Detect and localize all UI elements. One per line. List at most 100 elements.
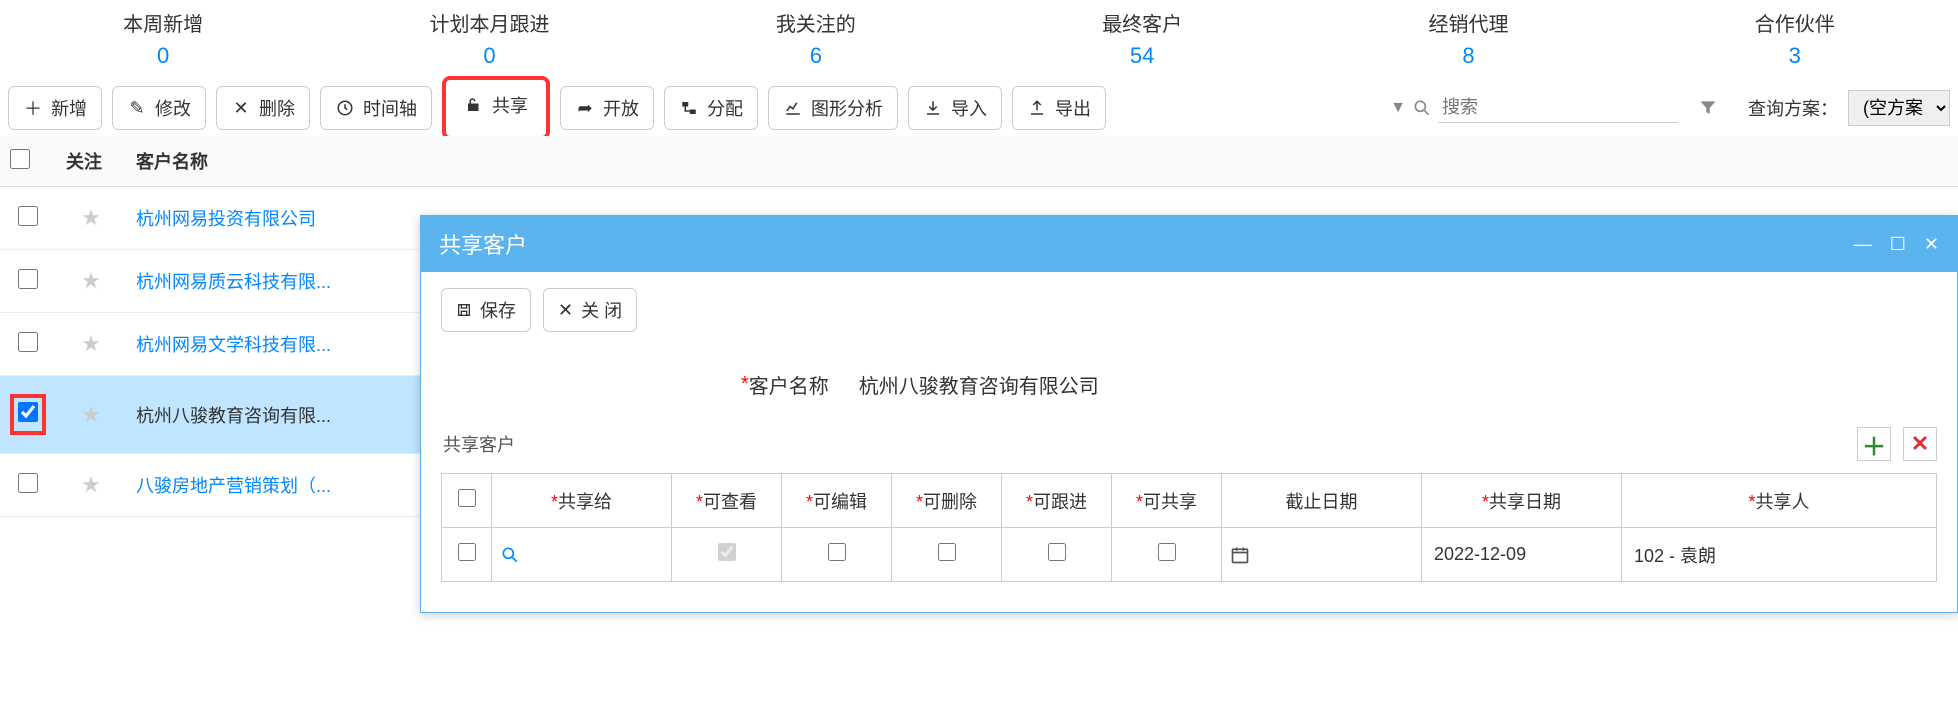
export-button[interactable]: 导出 (1012, 86, 1106, 130)
add-button[interactable]: ＋ 新增 (8, 86, 102, 130)
share-customer-modal: 共享客户 — ☐ ✕ 保存 ✕ 关 闭 * 客户名称 杭州八骏教育咨询有限公司 (420, 215, 1958, 613)
search-area: ▼ (1390, 93, 1678, 123)
col-due-date: 截止日期 (1286, 492, 1358, 512)
chart-icon (783, 98, 803, 118)
sharer-value: 102 - 袁朗 (1622, 528, 1937, 582)
btn-label: 新增 (51, 95, 87, 121)
col-sharer: 共享人 (1756, 492, 1810, 512)
stat-dealer[interactable]: 经销代理 8 (1305, 0, 1631, 80)
calendar-icon[interactable] (1230, 545, 1405, 565)
chart-button[interactable]: 图形分析 (768, 86, 898, 130)
star-icon[interactable]: ★ (81, 331, 101, 356)
stat-label: 计划本月跟进 (334, 8, 644, 37)
section-title: 共享客户 (443, 431, 515, 457)
btn-label: 关 闭 (581, 297, 622, 323)
stats-row: 本周新增 0 计划本月跟进 0 我关注的 6 最终客户 54 经销代理 8 合作… (0, 0, 1958, 80)
share-table: *共享给 *可查看 *可编辑 *可删除 *可跟进 *可共享 截止日期 *共享日期… (441, 473, 1937, 582)
row-checkbox[interactable] (18, 332, 38, 352)
stat-label: 本周新增 (8, 8, 318, 37)
btn-label: 导出 (1055, 95, 1091, 121)
save-icon (456, 302, 472, 318)
stat-my-attention[interactable]: 我关注的 6 (653, 0, 979, 80)
assign-button[interactable]: 分配 (664, 86, 758, 130)
stat-final-customer[interactable]: 最终客户 54 (979, 0, 1305, 80)
star-icon[interactable]: ★ (81, 205, 101, 230)
search-input[interactable] (1438, 93, 1678, 123)
maximize-icon[interactable]: ☐ (1890, 234, 1906, 255)
btn-label: 时间轴 (363, 95, 417, 121)
stat-new-week[interactable]: 本周新增 0 (0, 0, 326, 80)
pencil-icon: ✎ (127, 98, 147, 118)
add-row-button[interactable]: ＋ (1857, 427, 1891, 461)
open-button[interactable]: ➦ 开放 (560, 86, 654, 130)
delete-button[interactable]: ✕ 删除 (216, 86, 310, 130)
stat-value: 6 (661, 43, 971, 69)
star-icon[interactable]: ★ (81, 472, 101, 497)
stat-value: 0 (334, 43, 644, 69)
assign-icon (679, 98, 699, 118)
share-row-checkbox[interactable] (458, 543, 476, 561)
filter-label: 查询方案： (1748, 95, 1838, 121)
btn-label: 图形分析 (811, 95, 883, 121)
perm-view-checkbox[interactable] (718, 543, 736, 561)
save-button[interactable]: 保存 (441, 288, 531, 332)
upload-icon (1027, 98, 1047, 118)
perm-edit-checkbox[interactable] (828, 543, 846, 561)
stat-value: 3 (1640, 43, 1950, 69)
row-checkbox[interactable] (18, 269, 38, 289)
perm-delete-checkbox[interactable] (938, 543, 956, 561)
btn-label: 保存 (480, 297, 516, 323)
star-icon[interactable]: ★ (81, 268, 101, 293)
btn-label: 删除 (259, 95, 295, 121)
modal-title-text: 共享客户 (439, 228, 527, 260)
x-icon: ✕ (558, 300, 573, 321)
col-view: 可查看 (703, 492, 757, 512)
btn-label: 开放 (603, 95, 639, 121)
share-button[interactable]: 共享 (442, 76, 550, 140)
import-button[interactable]: 导入 (908, 86, 1002, 130)
btn-label: 共享 (492, 92, 528, 118)
timeline-button[interactable]: 时间轴 (320, 86, 432, 130)
select-all-checkbox[interactable] (10, 149, 30, 169)
star-icon[interactable]: ★ (81, 402, 101, 427)
search-icon[interactable] (1412, 98, 1432, 118)
share-select-all[interactable] (458, 489, 476, 507)
customer-name-row: * 客户名称 杭州八骏教育咨询有限公司 (441, 352, 1937, 417)
stat-label: 经销代理 (1313, 8, 1623, 37)
share-row: 2022-12-09 102 - 袁朗 (442, 528, 1937, 582)
delete-row-button[interactable]: ✕ (1903, 427, 1937, 461)
filter-area: 查询方案： (空方案 (1698, 90, 1950, 126)
minimize-icon[interactable]: — (1854, 234, 1872, 255)
col-reshare: 可共享 (1143, 492, 1197, 512)
col-share-to: 共享给 (558, 492, 612, 512)
row-checkbox[interactable] (18, 473, 38, 493)
close-icon[interactable]: ✕ (1924, 234, 1939, 255)
stat-value: 54 (987, 43, 1297, 69)
unlock-icon (464, 95, 484, 115)
row-checkbox[interactable] (18, 402, 38, 422)
share-date-value: 2022-12-09 (1422, 528, 1622, 582)
edit-button[interactable]: ✎ 修改 (112, 86, 206, 130)
funnel-icon[interactable] (1698, 98, 1718, 118)
plus-icon: ＋ (23, 98, 43, 118)
col-follow: 可跟进 (1033, 492, 1087, 512)
stat-month-followup[interactable]: 计划本月跟进 0 (326, 0, 652, 80)
close-button[interactable]: ✕ 关 闭 (543, 288, 637, 332)
share-section-header: 共享客户 ＋ ✕ (443, 427, 1937, 461)
field-label: 客户名称 (749, 370, 829, 399)
filter-select[interactable]: (空方案 (1848, 90, 1950, 126)
row-checkbox[interactable] (18, 206, 38, 226)
col-name: 客户名称 (126, 136, 1958, 187)
modal-titlebar: 共享客户 — ☐ ✕ (421, 216, 1957, 272)
perm-follow-checkbox[interactable] (1048, 543, 1066, 561)
search-icon[interactable] (500, 545, 655, 565)
stat-label: 最终客户 (987, 8, 1297, 37)
clock-icon (335, 98, 355, 118)
download-icon (923, 98, 943, 118)
perm-reshare-checkbox[interactable] (1158, 543, 1176, 561)
arrow-icon: ➦ (575, 98, 595, 118)
btn-label: 导入 (951, 95, 987, 121)
stat-partner[interactable]: 合作伙伴 3 (1632, 0, 1958, 80)
dropdown-caret-icon[interactable]: ▼ (1390, 99, 1406, 117)
toolbar: ＋ 新增 ✎ 修改 ✕ 删除 时间轴 共享 ➦ 开放 分配 图形分析 (0, 80, 1958, 136)
